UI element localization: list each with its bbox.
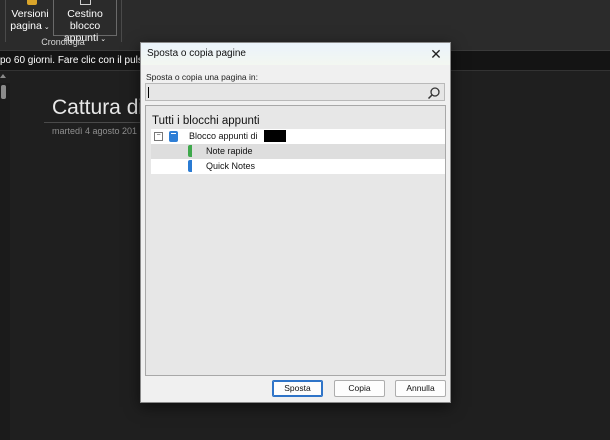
page-date: martedì 4 agosto 201 bbox=[52, 126, 138, 136]
scrollbar-thumb[interactable] bbox=[1, 85, 6, 99]
scroll-up-icon[interactable] bbox=[0, 74, 6, 78]
section-tab-icon bbox=[188, 160, 192, 172]
dialog-titlebar[interactable]: Sposta o copia pagine ✕ bbox=[141, 43, 450, 65]
search-input[interactable] bbox=[145, 83, 445, 101]
notebook-tree: Tutti i blocchi appunti − Blocco appunti… bbox=[145, 105, 446, 376]
move-button[interactable]: Sposta bbox=[272, 380, 323, 397]
dialog-prompt: Sposta o copia una pagina in: bbox=[146, 72, 259, 82]
versions-icon bbox=[27, 0, 37, 5]
page-versions-button[interactable]: Versioni pagina ⌄ bbox=[8, 0, 52, 36]
redacted-name bbox=[264, 130, 286, 142]
tree-heading: Tutti i blocchi appunti bbox=[152, 115, 260, 127]
notebook-recycle-bin-button[interactable]: Cestino blocco appunti ⌄ bbox=[53, 0, 117, 44]
section-tab-icon bbox=[188, 145, 192, 157]
close-icon[interactable]: ✕ bbox=[427, 45, 445, 63]
notebook-label: Blocco appunti di bbox=[189, 131, 258, 141]
tree-item-section-note-rapide[interactable]: Note rapide bbox=[151, 144, 445, 159]
recycle-bin-label-1: Cestino blocco bbox=[67, 8, 103, 32]
cancel-button[interactable]: Annulla bbox=[395, 380, 446, 397]
recycle-bin-icon bbox=[80, 0, 91, 5]
page-versions-label-2: pagina bbox=[10, 20, 42, 32]
text-caret bbox=[148, 87, 149, 98]
ribbon-separator bbox=[5, 0, 6, 42]
tree-item-section-quick-notes[interactable]: Quick Notes bbox=[151, 159, 445, 174]
chevron-down-icon: ⌄ bbox=[100, 36, 107, 43]
page-versions-label-1: Versioni bbox=[11, 8, 49, 20]
notebook-icon bbox=[169, 131, 178, 142]
tree-item-notebook[interactable]: − Blocco appunti di bbox=[151, 129, 445, 144]
notification-text: po 60 giorni. Fare clic con il pulsan bbox=[0, 55, 154, 66]
section-label: Quick Notes bbox=[206, 161, 256, 171]
title-underline bbox=[44, 122, 144, 123]
copy-button[interactable]: Copia bbox=[334, 380, 385, 397]
page-scrollbar[interactable] bbox=[0, 74, 10, 440]
collapse-icon[interactable]: − bbox=[154, 132, 163, 141]
dialog-title: Sposta o copia pagine bbox=[147, 48, 246, 59]
ribbon-separator bbox=[121, 0, 122, 42]
chevron-down-icon: ⌄ bbox=[43, 24, 50, 31]
search-icon[interactable] bbox=[427, 86, 441, 100]
ribbon-group-label: Cronologia bbox=[41, 37, 85, 47]
move-copy-dialog: Sposta o copia pagine ✕ Sposta o copia u… bbox=[140, 42, 451, 403]
section-label: Note rapide bbox=[206, 146, 253, 156]
